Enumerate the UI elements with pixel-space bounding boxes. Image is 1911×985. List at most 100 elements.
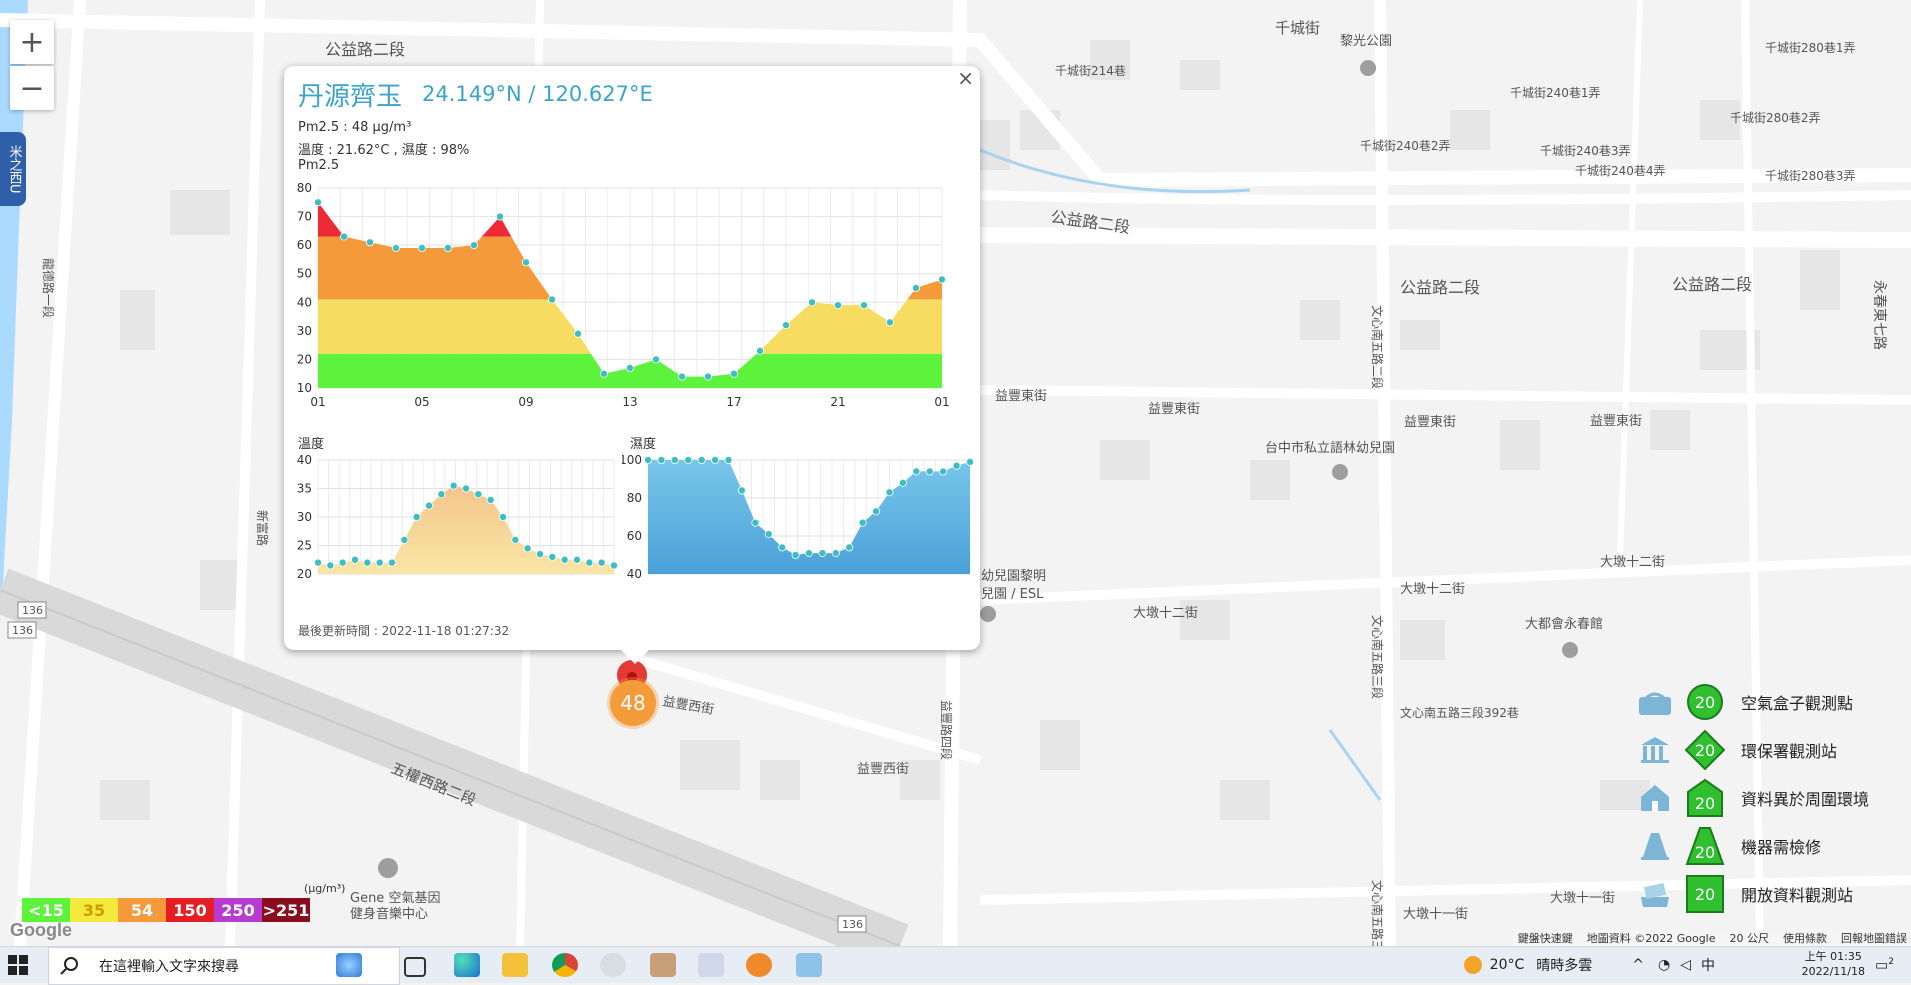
badge-cone: 20 <box>1685 826 1725 866</box>
edge-icon[interactable] <box>454 953 480 977</box>
scale-cell: >251 <box>262 898 310 922</box>
blender-icon[interactable] <box>746 953 772 977</box>
app-icon[interactable] <box>600 953 626 977</box>
pm25-chart: 10 20 30 40 50 60 70 80 01 05 09 13 17 21 01 <box>297 181 950 409</box>
street-label: 文心南五路二段 <box>1370 305 1385 389</box>
badge-house: 20 <box>1685 778 1725 818</box>
x-tick-label: 05 <box>414 395 429 409</box>
cortana-icon[interactable] <box>336 953 362 977</box>
street-label: 千城街240巷4弄 <box>1575 164 1666 178</box>
street-label: 文心南五路三段 <box>1370 880 1385 946</box>
windows-start-icon[interactable] <box>8 955 28 979</box>
y-tick-label: 25 <box>297 539 312 553</box>
report-error-link[interactable]: 回報地圖錯誤 <box>1841 930 1907 946</box>
side-panel-tab[interactable]: 米之西U <box>0 132 26 206</box>
street-label: 千城街240巷1弄 <box>1510 86 1601 100</box>
street-label: 大墩十二街 <box>1133 606 1198 621</box>
data-point <box>511 535 520 544</box>
data-point <box>573 329 582 338</box>
weather-description[interactable]: 晴時多雲 <box>1536 955 1592 975</box>
data-point <box>326 561 335 570</box>
street-label: 千城街 <box>1275 19 1320 37</box>
temperature-chart-label: 溫度 <box>298 437 325 452</box>
file-explorer-icon[interactable] <box>502 953 528 977</box>
street-label: 益豐東街 <box>1148 401 1200 417</box>
street-label: 益豐東街 <box>1404 414 1456 430</box>
volume-icon[interactable]: ◁ <box>1680 957 1691 973</box>
app-icon[interactable] <box>698 953 724 977</box>
street-label: 公益路二段 <box>325 40 405 59</box>
badge-circle: 20 <box>1685 682 1725 722</box>
data-point <box>858 518 867 527</box>
data-point <box>925 467 934 476</box>
data-point <box>313 558 322 567</box>
poi-label: 健身音樂中心 <box>350 906 428 922</box>
street-label: 文心南五路三段392巷 <box>1400 705 1519 720</box>
airbox-icon <box>1635 684 1675 720</box>
data-point <box>729 369 738 378</box>
data-point <box>657 456 666 464</box>
data-point <box>965 457 974 466</box>
data-point <box>424 501 433 510</box>
data-point <box>677 372 686 381</box>
scale-cell: 35 <box>70 898 118 922</box>
pm25-station-marker[interactable]: 48 <box>610 680 656 726</box>
svg-text:20: 20 <box>1695 843 1715 862</box>
ime-indicator[interactable]: 中 <box>1701 955 1715 975</box>
data-point <box>886 318 895 327</box>
street-label: 益豐東街 <box>995 388 1047 404</box>
legend-item: 20 資料異於周圍環境 <box>1635 774 1903 822</box>
street-label: 公益路二段 <box>1672 275 1752 294</box>
notification-icon[interactable]: ▭2 <box>1875 957 1901 974</box>
poi-label: Gene 空氣基因 <box>350 891 440 906</box>
y-tick-label: 30 <box>297 510 312 524</box>
keyboard-shortcuts-link[interactable]: 鍵盤快速鍵 <box>1518 930 1573 946</box>
map-scale[interactable]: 20 公尺 <box>1730 930 1770 946</box>
zoom-in-button[interactable]: + <box>10 20 54 64</box>
zoom-out-button[interactable]: − <box>10 66 54 110</box>
x-tick-label: 01 <box>310 395 325 409</box>
chrome-icon[interactable] <box>552 953 578 977</box>
y-tick-label: 60 <box>627 529 642 543</box>
street-label: 千城街280巷2弄 <box>1730 111 1821 125</box>
y-tick-label: 20 <box>297 567 312 581</box>
poi-label: 台中市私立語林幼兒園 <box>1265 440 1395 456</box>
humidity-chart-label: 濕度 <box>630 437 657 452</box>
data-point <box>338 558 347 567</box>
legend-item: 20 機器需檢修 <box>1635 822 1903 870</box>
x-tick-label: 17 <box>726 395 741 409</box>
y-tick-label: 70 <box>297 210 312 224</box>
scale-cell: 250 <box>214 898 262 922</box>
terms-link[interactable]: 使用條款 <box>1783 930 1827 946</box>
legend-item: 20 環保署觀測站 <box>1635 726 1903 774</box>
chevron-up-icon[interactable]: ^ <box>1632 957 1644 973</box>
open-data-icon <box>1635 876 1675 912</box>
x-tick-label: 13 <box>622 395 637 409</box>
x-tick-label: 21 <box>830 395 845 409</box>
network-icon[interactable]: ◔ <box>1658 957 1670 973</box>
close-icon[interactable]: × <box>957 66 974 90</box>
street-label: 大墩十二街 <box>1600 555 1665 570</box>
weather-temperature[interactable]: 20°C <box>1490 957 1525 973</box>
street-label: 益豐路四段 <box>939 700 954 760</box>
data-point <box>912 467 921 476</box>
data-point <box>643 456 652 464</box>
data-point <box>751 518 760 527</box>
data-point <box>724 456 733 464</box>
app-icon[interactable] <box>796 953 822 977</box>
y-tick-label: 30 <box>297 324 312 338</box>
app-icon[interactable] <box>650 953 676 977</box>
data-point <box>778 543 787 552</box>
data-point <box>521 258 530 267</box>
data-point <box>560 555 569 564</box>
street-label: 千城街240巷3弄 <box>1540 144 1631 158</box>
station-type-legend: 20 空氣盒子觀測點 20 環保署觀測站 20 資料異於周圍環境 20 機器需檢… <box>1635 678 1903 918</box>
pm25-reading: Pm2.5 : 48 μg/m³ <box>298 120 412 135</box>
data-point <box>443 244 452 253</box>
legend-label: 開放資料觀測站 <box>1741 886 1854 905</box>
svg-text:136: 136 <box>12 624 33 637</box>
svg-text:136: 136 <box>22 604 43 617</box>
task-view-icon[interactable] <box>404 957 426 977</box>
taskbar-clock[interactable]: 上午 01:35 2022/11/18 <box>1802 949 1865 979</box>
data-point <box>469 241 478 250</box>
